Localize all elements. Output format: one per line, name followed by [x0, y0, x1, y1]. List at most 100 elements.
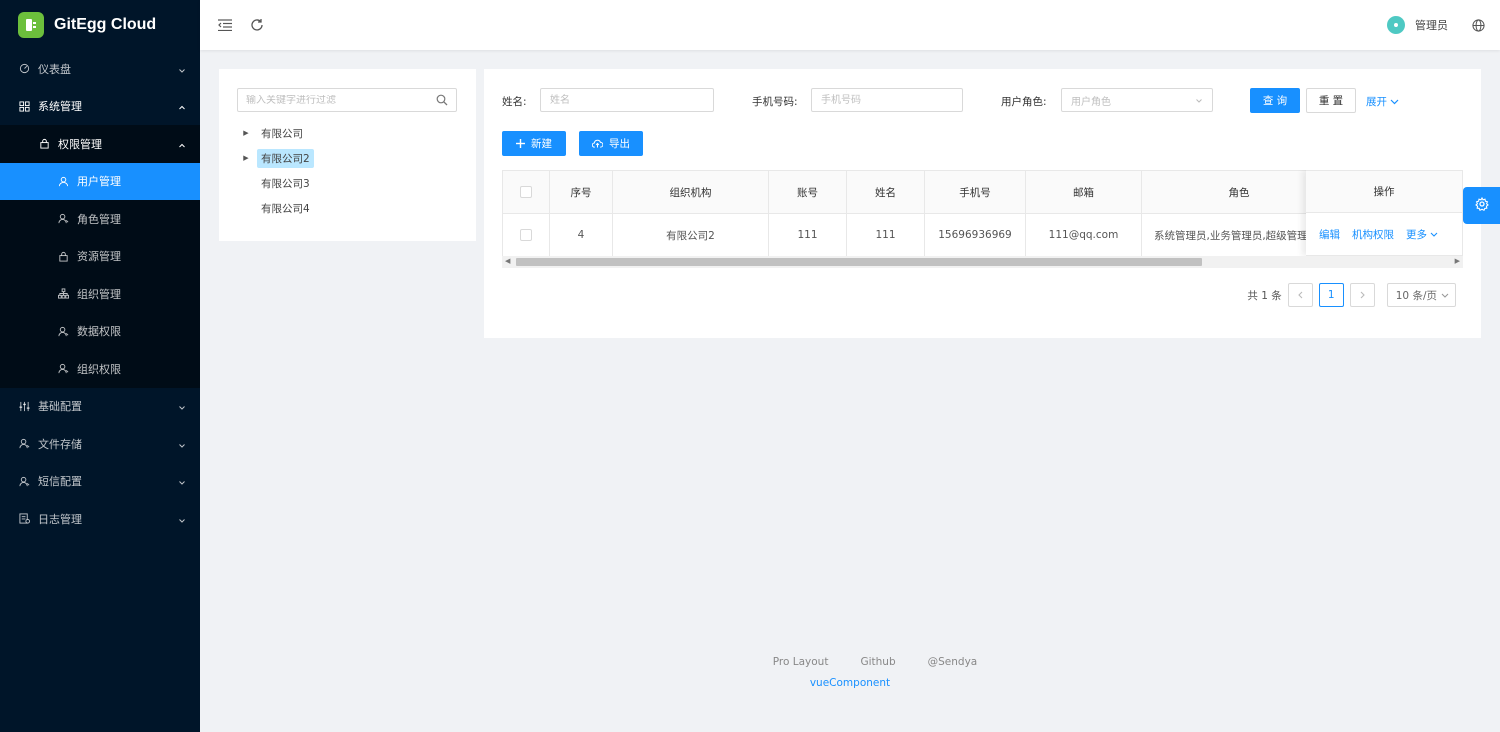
sidebar-item-data-permission[interactable]: 数据权限	[0, 313, 200, 351]
sidebar-item-basic-config[interactable]: 基础配置	[0, 388, 200, 426]
org-icon	[57, 288, 69, 300]
cell-email: 111@qq.com	[1025, 213, 1142, 257]
logo-icon	[18, 12, 44, 38]
column-header: 账号	[768, 170, 847, 214]
chevron-down-icon	[178, 515, 186, 523]
tree-search-input[interactable]	[246, 94, 431, 106]
footer: Pro Layout Github @Sendya vueComponent	[200, 656, 1500, 689]
cell-name: 111	[846, 213, 925, 257]
more-dropdown[interactable]: 更多	[1406, 227, 1438, 242]
tree-search-box	[237, 88, 457, 112]
user-list-panel: 姓名: 手机号码: 用户角色: 用户角色 查 询 重 置 展开 新建 导出 序号	[484, 69, 1481, 338]
sidebar-item-label: 角色管理	[77, 212, 121, 226]
cloud-upload-icon	[592, 139, 603, 148]
reset-button[interactable]: 重 置	[1306, 88, 1356, 113]
logo[interactable]: GitEgg Cloud	[0, 0, 200, 50]
caret-right-icon[interactable]: ▶	[241, 154, 251, 162]
scroll-left-icon[interactable]: ◀	[505, 257, 510, 265]
user-data-icon	[57, 325, 69, 337]
sidebar-item-org-management[interactable]: 组织管理	[0, 275, 200, 313]
scroll-right-icon[interactable]: ▶	[1455, 257, 1460, 265]
avatar[interactable]	[1387, 16, 1405, 34]
app-title: GitEgg Cloud	[54, 16, 157, 33]
globe-icon[interactable]	[1470, 17, 1486, 33]
sidebar-item-label: 仪表盘	[38, 62, 71, 76]
sidebar-item-system[interactable]: 系统管理	[0, 88, 200, 126]
footer-links: Pro Layout Github @Sendya	[200, 656, 1500, 668]
sidebar-item-label: 组织权限	[77, 362, 121, 376]
user-name[interactable]: 管理员	[1415, 17, 1448, 33]
phone-label: 手机号码:	[752, 96, 798, 108]
column-header: 手机号	[924, 170, 1026, 214]
sidebar-item-log-management[interactable]: 日志管理	[0, 500, 200, 538]
fixed-actions-column: 操作 编辑 机构权限 更多	[1306, 170, 1463, 256]
tree-node-selected[interactable]: ▶ 有限公司2	[241, 148, 314, 168]
footer-link[interactable]: Pro Layout	[773, 656, 829, 668]
name-input[interactable]	[540, 88, 714, 112]
chevron-right-icon	[1360, 291, 1365, 299]
sidebar-item-label: 权限管理	[58, 137, 102, 151]
search-icon[interactable]	[436, 94, 448, 106]
tree-node-label[interactable]: 有限公司2	[257, 148, 314, 168]
scrollbar-thumb[interactable]	[516, 258, 1202, 266]
expand-label: 展开	[1366, 96, 1387, 108]
caret-right-icon[interactable]: ▶	[241, 129, 251, 137]
expand-link[interactable]: 展开	[1366, 94, 1399, 109]
role-select[interactable]: 用户角色	[1061, 88, 1213, 112]
chevron-down-icon	[1430, 232, 1438, 237]
sidebar-item-role-management[interactable]: 角色管理	[0, 200, 200, 238]
reload-icon[interactable]	[249, 17, 265, 33]
sidebar-item-org-permission[interactable]: 组织权限	[0, 350, 200, 388]
sidebar-menu: 仪表盘 系统管理 权限管理 用户管理 角色管理 资源管理 组织管理 数据权限 组…	[0, 50, 200, 538]
next-page-button[interactable]	[1349, 283, 1375, 307]
footer-link[interactable]: Github	[860, 656, 895, 668]
gear-icon	[1474, 196, 1489, 214]
tree-node[interactable]: ▶ 有限公司3	[241, 174, 314, 192]
page-size-label: 10 条/页	[1395, 289, 1437, 302]
user-table: 序号 组织机构 账号 姓名 手机号 邮箱 角色 4 有限公司2 111 111	[502, 170, 1463, 268]
select-all-checkbox[interactable]	[520, 186, 532, 198]
prev-page-button[interactable]	[1287, 283, 1313, 307]
cell-account: 111	[768, 213, 847, 257]
sidebar-item-sms-config[interactable]: 短信配置	[0, 463, 200, 501]
tree-node-label[interactable]: 有限公司3	[257, 174, 314, 193]
edit-link[interactable]: 编辑	[1319, 227, 1340, 242]
settings-drawer-button[interactable]	[1463, 187, 1500, 224]
tree-node-label[interactable]: 有限公司4	[257, 199, 314, 218]
log-icon	[18, 513, 30, 525]
tree-node[interactable]: ▶ 有限公司	[241, 124, 307, 142]
sidebar-item-user-management[interactable]: 用户管理	[0, 162, 200, 200]
sidebar-item-label: 数据权限	[77, 325, 121, 339]
sidebar-item-file-storage[interactable]: 文件存储	[0, 425, 200, 463]
system-icon	[18, 100, 30, 112]
role-select-placeholder: 用户角色	[1071, 96, 1111, 108]
header-right: 管理员	[1387, 0, 1486, 50]
column-header: 邮箱	[1025, 170, 1142, 214]
row-checkbox[interactable]	[520, 229, 532, 241]
sidebar: GitEgg Cloud 仪表盘 系统管理 权限管理 用户管理 角色管理 资源管…	[0, 0, 200, 732]
sidebar-item-label: 日志管理	[38, 512, 82, 526]
sidebar-item-permission[interactable]: 权限管理	[0, 125, 200, 163]
user-icon	[57, 175, 69, 187]
footer-link[interactable]: @Sendya	[928, 656, 978, 668]
menu-fold-icon[interactable]	[217, 17, 233, 33]
submenu-system: 权限管理 用户管理 角色管理 资源管理 组织管理 数据权限 组织权限	[0, 125, 200, 388]
page-number[interactable]: 1	[1318, 283, 1344, 307]
sidebar-item-label: 系统管理	[38, 100, 82, 114]
sidebar-item-resource-management[interactable]: 资源管理	[0, 238, 200, 276]
top-header: 管理员	[200, 0, 1500, 50]
phone-input[interactable]	[811, 88, 963, 112]
new-button[interactable]: 新建	[502, 131, 566, 156]
query-button[interactable]: 查 询	[1250, 88, 1300, 113]
cell-org: 有限公司2	[612, 213, 769, 257]
page-size-select[interactable]: 10 条/页	[1386, 283, 1456, 307]
tree-node[interactable]: ▶ 有限公司4	[241, 199, 314, 217]
chevron-up-icon	[178, 102, 186, 110]
sidebar-item-dashboard[interactable]: 仪表盘	[0, 50, 200, 88]
chevron-down-icon	[1195, 97, 1203, 108]
export-button[interactable]: 导出	[579, 131, 643, 156]
horizontal-scrollbar[interactable]: ◀ ▶	[502, 256, 1463, 268]
org-permission-link[interactable]: 机构权限	[1352, 227, 1394, 242]
tree-node-label[interactable]: 有限公司	[257, 124, 307, 143]
footer-sub-link[interactable]: vueComponent	[200, 677, 1500, 689]
